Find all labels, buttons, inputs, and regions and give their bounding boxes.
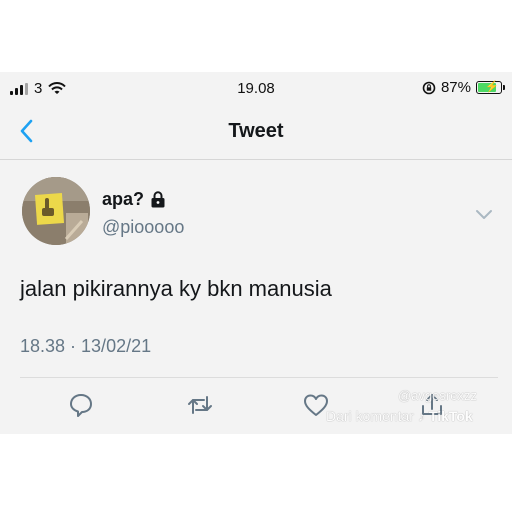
author-name[interactable]: apa? [102,189,144,210]
tiktok-logo-icon: ♪ [417,408,425,424]
orientation-lock-icon [422,81,436,94]
tweet-text: jalan pikirannya ky bkn manusia [20,276,332,301]
navigation-bar: Tweet [0,104,512,160]
page-title: Tweet [228,120,284,142]
watermark-username: @avgesrexzz [398,388,477,403]
battery-percent: 87% [440,79,471,96]
watermark-source: Dari komentar ♪ TikTok [326,408,473,424]
author-name-row: apa? [102,189,166,210]
watermark-brand: TikTok [428,408,473,424]
status-right: 87% ⚡ [422,79,505,96]
avatar[interactable] [22,177,90,245]
status-bar: 3 19.08 87% ⚡ [0,72,512,104]
watermark-source-text: Dari komentar [326,408,414,424]
lock-icon [151,191,165,208]
battery-charging-icon: ⚡ [476,81,505,94]
avatar-image [22,177,90,245]
retweet-icon[interactable] [185,390,215,420]
phone-screen: 3 19.08 87% ⚡ Tweet apa? @piooooo jalan … [0,72,512,434]
tweet-timestamp: 18.38 · 13/02/21 [20,336,152,356]
chevron-down-icon[interactable] [472,202,496,226]
reply-icon[interactable] [66,390,96,420]
divider [20,377,498,378]
author-handle[interactable]: @piooooo [102,217,184,238]
